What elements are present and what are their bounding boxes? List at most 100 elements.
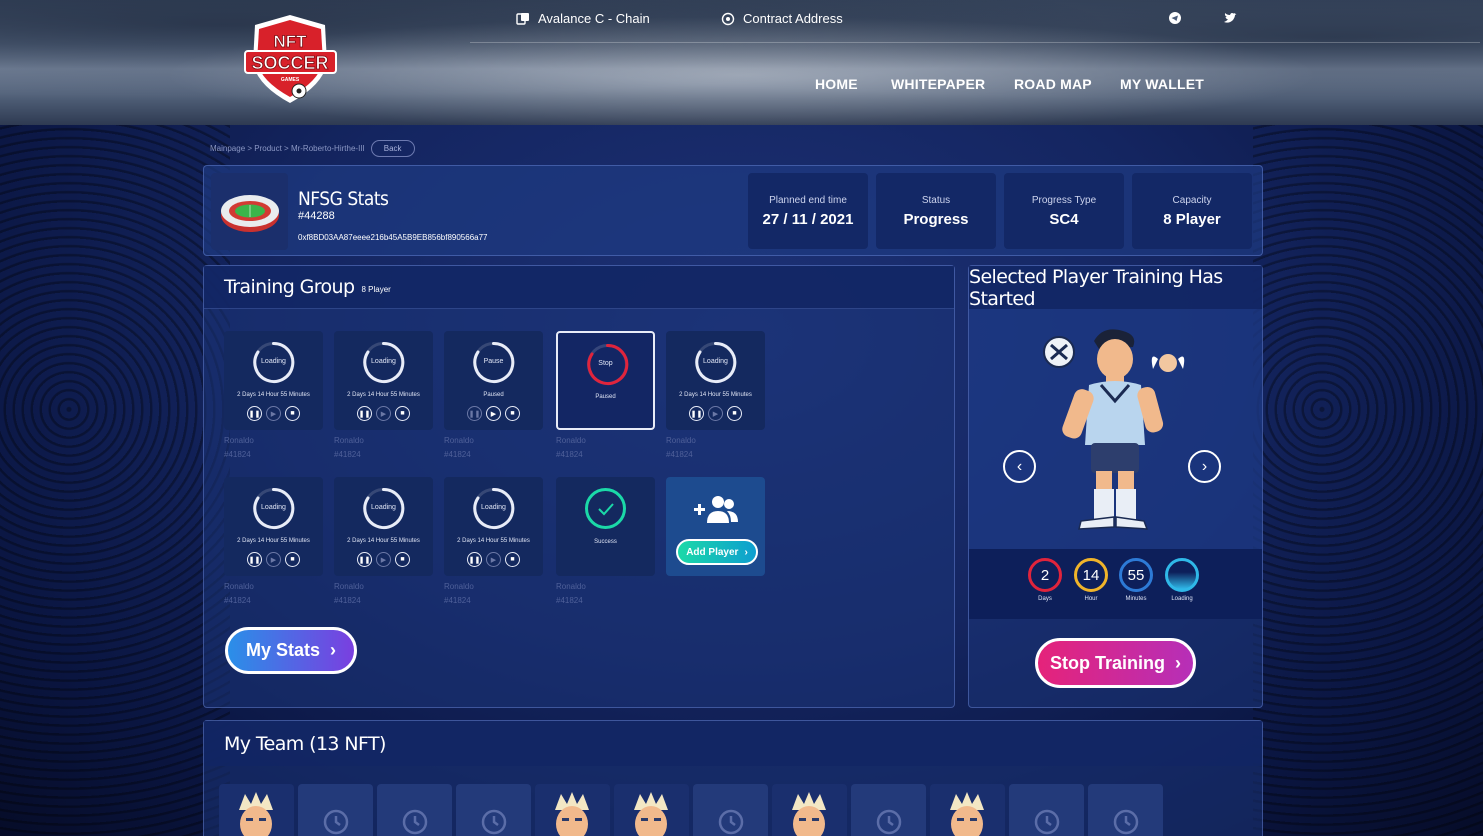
stop-icon[interactable]: ■: [285, 406, 300, 421]
card-time-label: 2 Days 14 Hour 55 Minutes: [237, 538, 310, 544]
training-card[interactable]: Pause Paused ❚❚ ▶ ■: [444, 331, 543, 430]
contract-address-link[interactable]: Contract Address: [721, 11, 843, 26]
next-player-button[interactable]: ›: [1188, 450, 1221, 483]
nft-soccer-logo[interactable]: NFT SOCCER GAMES: [243, 13, 338, 105]
stat-value: SC4: [1049, 211, 1079, 228]
contract-label: Contract Address: [743, 11, 843, 26]
svg-text:GAMES: GAMES: [281, 77, 300, 83]
card-status-label: Loading: [703, 358, 728, 365]
team-slot-empty[interactable]: [377, 784, 452, 836]
pause-icon[interactable]: ❚❚: [467, 552, 482, 567]
training-card[interactable]: Loading 2 Days 14 Hour 55 Minutes ❚❚ ▶ ■: [224, 331, 323, 430]
team-slot-empty[interactable]: [1009, 784, 1084, 836]
timer-loading-label: Loading: [1171, 596, 1193, 602]
pause-icon[interactable]: ❚❚: [247, 406, 262, 421]
training-card[interactable]: Stop Paused: [556, 331, 655, 430]
card-time-label: 2 Days 14 Hour 55 Minutes: [347, 392, 420, 398]
nav-home[interactable]: HOME: [815, 76, 858, 92]
stat-capacity: Capacity 8 Player: [1132, 173, 1252, 249]
timer-hours-label: Hour: [1084, 596, 1098, 602]
previous-player-button[interactable]: ‹: [1003, 450, 1036, 483]
stop-icon[interactable]: ■: [505, 406, 520, 421]
breadcrumb-path[interactable]: Mainpage > Product > Mr-Roberto-Hirthe-I…: [210, 144, 365, 153]
training-group-count: 8 Player: [361, 285, 391, 294]
chain-icon: [516, 12, 530, 26]
pause-icon[interactable]: ❚❚: [247, 552, 262, 567]
team-slot-empty[interactable]: [851, 784, 926, 836]
training-card[interactable]: Loading 2 Days 14 Hour 55 Minutes ❚❚ ▶ ■: [334, 477, 433, 576]
nav-my-wallet[interactable]: MY WALLET: [1120, 76, 1204, 92]
stop-icon[interactable]: ■: [505, 552, 520, 567]
soccer-ball-icon: [721, 12, 735, 26]
card-status-label: Loading: [371, 358, 396, 365]
player-id: #41824: [224, 450, 251, 459]
chain-label: Avalance C - Chain: [538, 11, 650, 26]
player-face-icon: [950, 792, 984, 836]
play-icon[interactable]: ▶: [486, 552, 501, 567]
team-player-card[interactable]: [535, 784, 610, 836]
team-player-card[interactable]: [930, 784, 1005, 836]
team-player-card[interactable]: [219, 784, 294, 836]
nfsg-stats-panel: NFSG Stats #44288 0xf8BD03AA87eeee216b45…: [203, 165, 1263, 256]
card-time-label: 2 Days 14 Hour 55 Minutes: [457, 538, 530, 544]
play-icon[interactable]: ▶: [708, 406, 723, 421]
training-card[interactable]: Success: [556, 477, 655, 576]
training-card[interactable]: Loading 2 Days 14 Hour 55 Minutes ❚❚ ▶ ■: [444, 477, 543, 576]
stats-hash[interactable]: 0xf8BD03AA87eeee216b45A5B9EB856bf890566a…: [298, 233, 488, 242]
team-slot-empty[interactable]: [456, 784, 531, 836]
add-player-card: Add Player ›: [666, 477, 765, 576]
pause-icon[interactable]: ❚❚: [467, 406, 482, 421]
nav-whitepaper[interactable]: WHITEPAPER: [891, 76, 985, 92]
stop-training-button[interactable]: Stop Training ›: [1035, 638, 1196, 688]
play-icon[interactable]: ▶: [376, 406, 391, 421]
pause-icon[interactable]: ❚❚: [357, 552, 372, 567]
player-id: #41824: [444, 450, 471, 459]
stat-status: Status Progress: [876, 173, 996, 249]
chain-info[interactable]: Avalance C - Chain: [516, 11, 650, 26]
card-player-name: Ronaldo #41824: [334, 582, 364, 605]
pause-icon[interactable]: ❚❚: [357, 406, 372, 421]
team-player-card[interactable]: [614, 784, 689, 836]
stat-value: Progress: [903, 211, 969, 228]
player-id: #41824: [556, 596, 583, 605]
svg-text:NFT: NFT: [273, 32, 307, 51]
training-card[interactable]: Loading 2 Days 14 Hour 55 Minutes ❚❚ ▶ ■: [224, 477, 323, 576]
stop-icon[interactable]: ■: [395, 406, 410, 421]
play-icon[interactable]: ▶: [486, 406, 501, 421]
player-id: #41824: [334, 596, 361, 605]
training-card[interactable]: Loading 2 Days 14 Hour 55 Minutes ❚❚ ▶ ■: [334, 331, 433, 430]
card-time-label: 2 Days 14 Hour 55 Minutes: [237, 392, 310, 398]
card-controls: ❚❚ ▶ ■: [224, 406, 323, 421]
team-slot-empty[interactable]: [298, 784, 373, 836]
my-stats-button[interactable]: My Stats ›: [225, 627, 357, 674]
card-controls: ❚❚ ▶ ■: [444, 552, 543, 567]
add-player-label: Add Player: [686, 546, 739, 558]
nav-road-map[interactable]: ROAD MAP: [1014, 76, 1092, 92]
stop-icon[interactable]: ■: [727, 406, 742, 421]
chevron-right-icon: ›: [330, 640, 337, 660]
timer-minutes: 55 Minutes: [1119, 558, 1153, 602]
clock-icon: [402, 809, 428, 835]
team-slot-empty[interactable]: [1088, 784, 1163, 836]
training-card[interactable]: Loading 2 Days 14 Hour 55 Minutes ❚❚ ▶ ■: [666, 331, 765, 430]
stop-icon[interactable]: ■: [395, 552, 410, 567]
card-time-label: Success: [594, 539, 617, 545]
play-icon[interactable]: ▶: [376, 552, 391, 567]
telegram-icon[interactable]: [1168, 11, 1182, 25]
pause-icon[interactable]: ❚❚: [689, 406, 704, 421]
svg-text:SOCCER: SOCCER: [251, 53, 328, 73]
team-player-card[interactable]: [772, 784, 847, 836]
card-status-label: Pause: [483, 358, 504, 365]
team-slot-empty[interactable]: [693, 784, 768, 836]
play-icon[interactable]: ▶: [266, 552, 281, 567]
player-name: Ronaldo: [556, 436, 586, 445]
add-player-button[interactable]: Add Player ›: [676, 539, 758, 565]
stat-planned-end-time: Planned end time 27 / 11 / 2021: [748, 173, 868, 249]
breadcrumb: Mainpage > Product > Mr-Roberto-Hirthe-I…: [210, 140, 415, 157]
play-icon[interactable]: ▶: [266, 406, 281, 421]
stop-icon[interactable]: ■: [285, 552, 300, 567]
back-button[interactable]: Back: [370, 140, 415, 157]
twitter-icon[interactable]: [1223, 11, 1237, 25]
card-controls: ❚❚ ▶ ■: [224, 552, 323, 567]
player-id: #41824: [666, 450, 693, 459]
